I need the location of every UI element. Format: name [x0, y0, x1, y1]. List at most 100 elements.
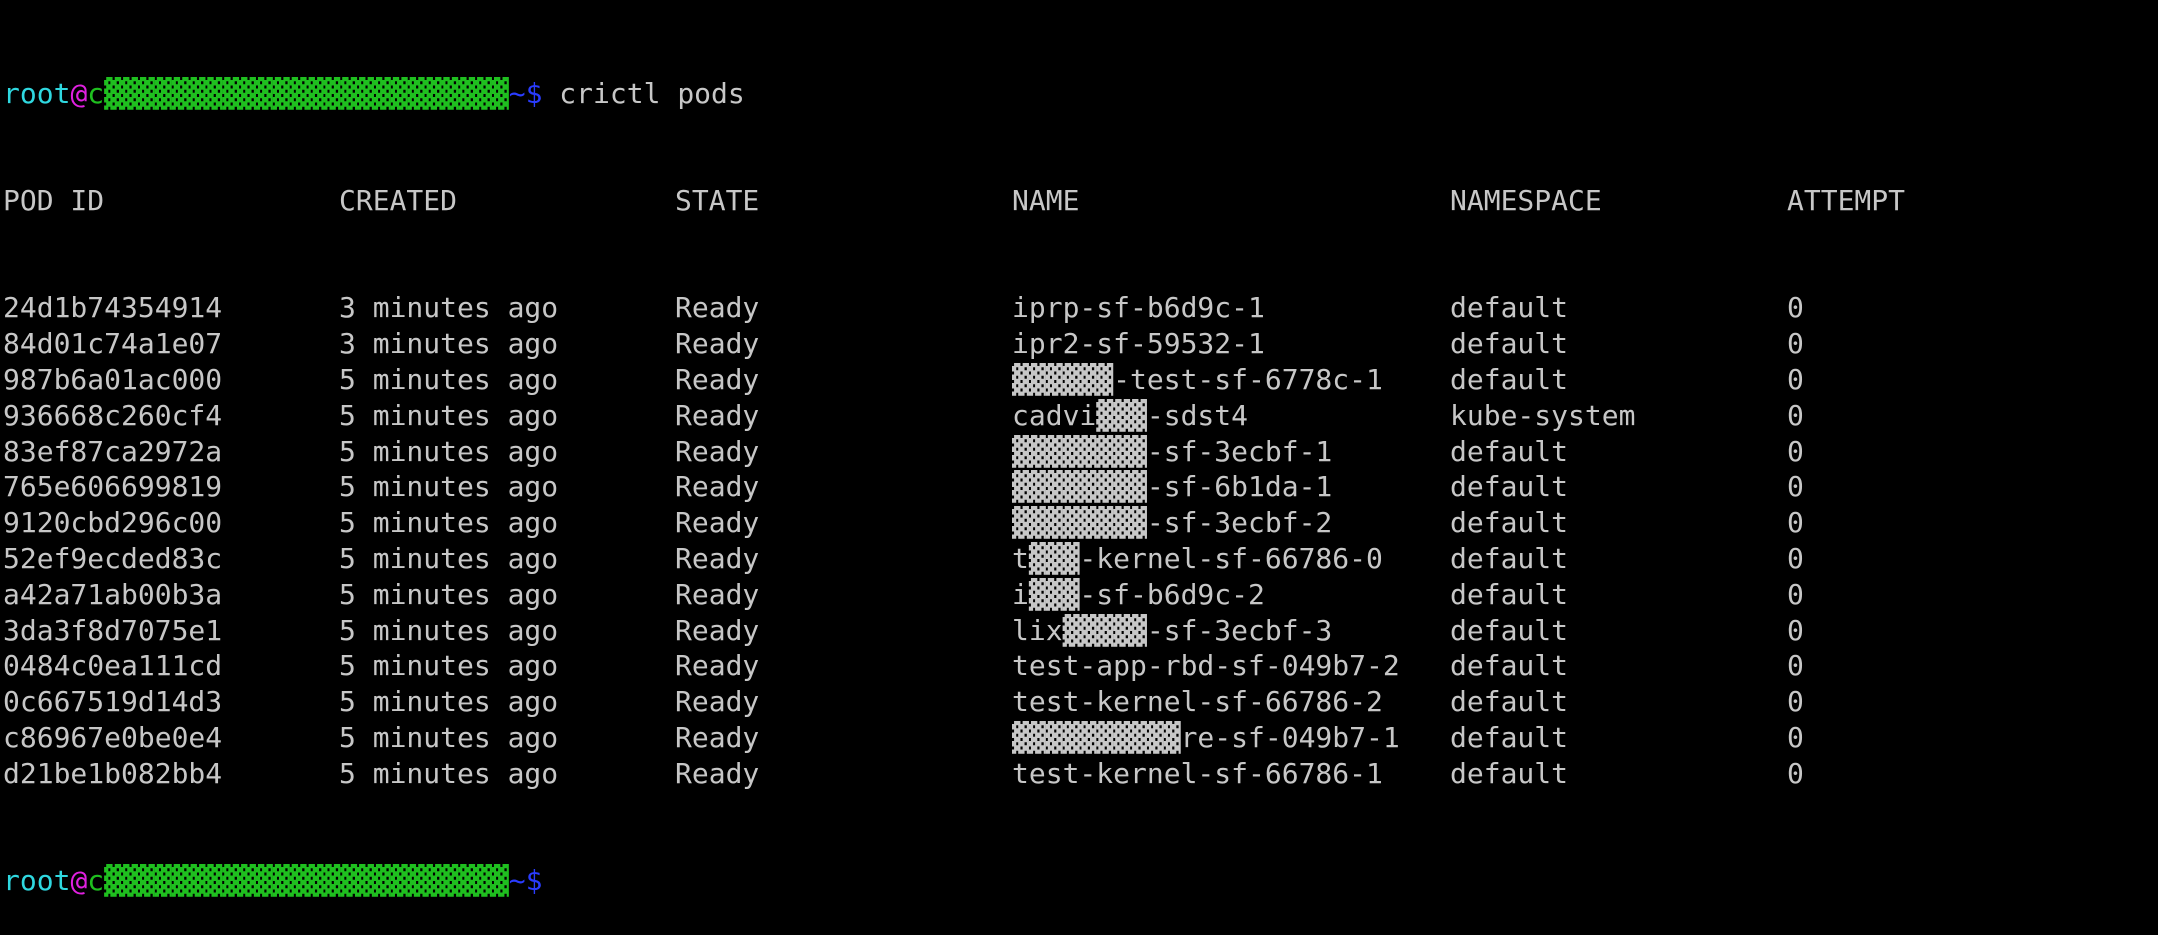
cell-attempt: 0: [1787, 756, 1804, 790]
table-row: 936668c260cf4 5 minutes ago Ready cadvi▓▓▓-…: [3, 398, 1905, 434]
cell-name: cadvi▓▓▓-sdst4: [1012, 398, 1249, 432]
cell-pod-id: a42a71ab00b3a: [3, 577, 223, 611]
command-text: crictl pods: [542, 76, 745, 110]
cell-namespace: default: [1450, 720, 1569, 754]
cell-attempt: 0: [1787, 506, 1804, 540]
cell-namespace: default: [1450, 327, 1569, 361]
cell-name: ▓▓▓▓▓▓▓▓-sf-3ecbf-2: [1012, 506, 1333, 540]
cell-namespace: default: [1450, 577, 1569, 611]
cell-pod-id: 84d01c74a1e07: [3, 327, 223, 361]
cell-created: 5 minutes ago: [339, 577, 559, 611]
prompt-symbol: ~$: [508, 864, 543, 898]
prompt-user: root: [3, 864, 71, 898]
cell-created: CREATED: [339, 183, 458, 217]
table-header: POD ID CREATED STATE NAME NAMESPACE ATTEMPT: [3, 183, 1905, 219]
cell-state: Ready: [675, 685, 760, 719]
prompt-at: @: [70, 864, 88, 898]
cell-namespace: default: [1450, 649, 1569, 683]
prompt-host-masked: c▓▓▓▓▓▓▓▓▓▓▓▓▓▓▓▓▓▓▓▓▓▓▓▓: [87, 864, 509, 898]
cell-created: 5 minutes ago: [339, 506, 559, 540]
next-prompt-line: root@c▓▓▓▓▓▓▓▓▓▓▓▓▓▓▓▓▓▓▓▓▓▓▓▓~$: [3, 863, 1905, 899]
cell-created: 3 minutes ago: [339, 291, 559, 325]
table-row: a42a71ab00b3a 5 minutes ago Ready i▓▓▓-sf-b…: [3, 577, 1905, 613]
cell-attempt: 0: [1787, 613, 1804, 647]
cell-pod-id: 9120cbd296c00: [3, 506, 223, 540]
cell-pod-id: d21be1b082bb4: [3, 756, 223, 790]
cell-attempt: 0: [1787, 720, 1804, 754]
table-row: 987b6a01ac000 5 minutes ago Ready ▓▓▓▓▓▓-te…: [3, 362, 1905, 398]
cell-state: Ready: [675, 649, 760, 683]
cell-created: 5 minutes ago: [339, 756, 559, 790]
cell-state: Ready: [675, 506, 760, 540]
table-row: 0c667519d14d3 5 minutes ago Ready test-kern…: [3, 684, 1905, 720]
cell-state: Ready: [675, 470, 760, 504]
cell-namespace: default: [1450, 434, 1569, 468]
cell-name: test-kernel-sf-66786-2: [1012, 685, 1383, 719]
cell-namespace: default: [1450, 506, 1569, 540]
cell-state: Ready: [675, 327, 760, 361]
cell-name: ▓▓▓▓▓▓▓▓▓▓re-sf-049b7-1: [1012, 720, 1400, 754]
cell-namespace: default: [1450, 291, 1569, 325]
cell-attempt: 0: [1787, 470, 1804, 504]
cell-pod-id: 52ef9ecded83c: [3, 541, 223, 575]
cell-created: 5 minutes ago: [339, 613, 559, 647]
cell-state: Ready: [675, 577, 760, 611]
cell-attempt: 0: [1787, 434, 1804, 468]
prompt-at: @: [70, 76, 88, 110]
cell-state: Ready: [675, 720, 760, 754]
cell-state: Ready: [675, 398, 760, 432]
cell-attempt: 0: [1787, 362, 1804, 396]
cell-created: 5 minutes ago: [339, 541, 559, 575]
cell-created: 5 minutes ago: [339, 649, 559, 683]
cell-attempt: 0: [1787, 685, 1804, 719]
cell-namespace: default: [1450, 362, 1569, 396]
cell-name: ipr2-sf-59532-1: [1012, 327, 1265, 361]
cell-name: iprp-sf-b6d9c-1: [1012, 291, 1265, 325]
terminal-output[interactable]: root@c▓▓▓▓▓▓▓▓▓▓▓▓▓▓▓▓▓▓▓▓▓▓▓▓~$ crictl …: [3, 4, 1905, 935]
cell-namespace: default: [1450, 613, 1569, 647]
cell-name: test-app-rbd-sf-049b7-2: [1012, 649, 1400, 683]
cell-name: test-kernel-sf-66786-1: [1012, 756, 1383, 790]
cell-created: 3 minutes ago: [339, 327, 559, 361]
cell-pod-id: 83ef87ca2972a: [3, 434, 223, 468]
table-row: d21be1b082bb4 5 minutes ago Ready test-kern…: [3, 756, 1905, 792]
table-row: 83ef87ca2972a 5 minutes ago Ready ▓▓▓▓▓▓▓▓-…: [3, 434, 1905, 470]
cell-attempt: 0: [1787, 541, 1804, 575]
cell-namespace: default: [1450, 685, 1569, 719]
cell-name: ▓▓▓▓▓▓▓▓-sf-6b1da-1: [1012, 470, 1333, 504]
cell-created: 5 minutes ago: [339, 434, 559, 468]
cell-attempt: 0: [1787, 327, 1804, 361]
prompt-line: root@c▓▓▓▓▓▓▓▓▓▓▓▓▓▓▓▓▓▓▓▓▓▓▓▓~$ crictl …: [3, 76, 1905, 112]
cell-created: 5 minutes ago: [339, 362, 559, 396]
cell-name: t▓▓▓-kernel-sf-66786-0: [1012, 541, 1383, 575]
cell-created: 5 minutes ago: [339, 470, 559, 504]
prompt-user: root: [3, 76, 71, 110]
cell-state: Ready: [675, 362, 760, 396]
cell-pod-id: 0484c0ea111cd: [3, 649, 223, 683]
cell-pod-id: 987b6a01ac000: [3, 362, 223, 396]
cell-state: Ready: [675, 291, 760, 325]
table-row: 24d1b74354914 3 minutes ago Ready iprp-sf-b…: [3, 290, 1905, 326]
cell-state: Ready: [675, 434, 760, 468]
cell-namespace: default: [1450, 756, 1569, 790]
cell-created: 5 minutes ago: [339, 685, 559, 719]
cell-attempt: 0: [1787, 398, 1804, 432]
table-row: 9120cbd296c00 5 minutes ago Ready ▓▓▓▓▓▓▓▓-…: [3, 505, 1905, 541]
table-row: 765e606699819 5 minutes ago Ready ▓▓▓▓▓▓▓▓-…: [3, 469, 1905, 505]
cell-created: 5 minutes ago: [339, 720, 559, 754]
cell-name: ▓▓▓▓▓▓▓▓-sf-3ecbf-1: [1012, 434, 1333, 468]
cell-name: NAME: [1012, 183, 1080, 217]
cell-attempt: ATTEMPT: [1787, 183, 1906, 217]
table-row: 84d01c74a1e07 3 minutes ago Ready ipr2-sf-5…: [3, 326, 1905, 362]
cell-name: ▓▓▓▓▓▓-test-sf-6778c-1: [1012, 362, 1383, 396]
table-row: 52ef9ecded83c 5 minutes ago Ready t▓▓▓-kern…: [3, 541, 1905, 577]
cell-created: 5 minutes ago: [339, 398, 559, 432]
cell-state: STATE: [675, 183, 760, 217]
cell-name: lix▓▓▓▓▓-sf-3ecbf-3: [1012, 613, 1333, 647]
cell-pod-id: 3da3f8d7075e1: [3, 613, 223, 647]
pods-table: 24d1b74354914 3 minutes ago Ready iprp-sf-b…: [3, 290, 1905, 791]
prompt-host-masked: c▓▓▓▓▓▓▓▓▓▓▓▓▓▓▓▓▓▓▓▓▓▓▓▓: [87, 76, 509, 110]
cell-pod-id: 24d1b74354914: [3, 291, 223, 325]
cell-attempt: 0: [1787, 291, 1804, 325]
cell-pod-id: c86967e0be0e4: [3, 720, 223, 754]
